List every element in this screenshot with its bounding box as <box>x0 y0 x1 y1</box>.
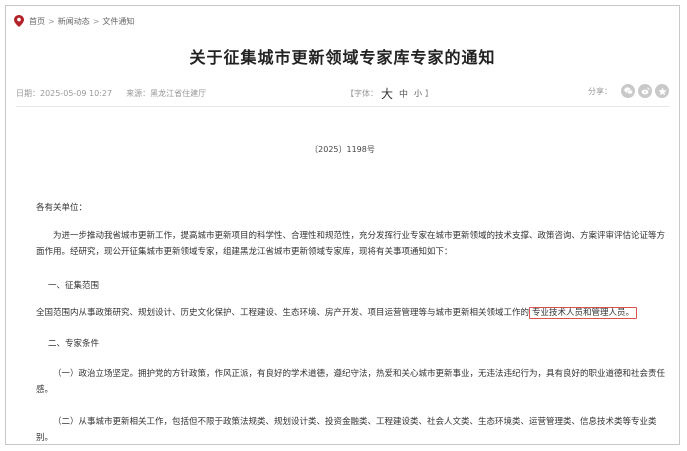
article-meta: 日期：2025-05-09 10:27 来源：黑龙江省住建厅 【 字体： 大 中 … <box>16 82 669 107</box>
condition-paragraph-2: （二）从事城市更新相关工作，包括但不限于政策法规类、规划设计类、投资金融类、工程… <box>36 417 657 443</box>
article-page: 首页 > 新闻动态 > 文件通知 关于征集城市更新领域专家库专家的通知 日期：2… <box>5 5 680 445</box>
addressee: 各有关单位： <box>36 203 88 213</box>
article-source: 来源：黑龙江省住建厅 <box>126 89 207 98</box>
bracket-close: 】 <box>425 89 434 98</box>
breadcrumb-home-link[interactable]: 首页 <box>29 16 45 27</box>
document-number: 〔2025〕1198号 <box>310 145 375 154</box>
share-bar: 分享： <box>588 84 669 98</box>
font-medium-button[interactable]: 中 <box>399 87 408 100</box>
breadcrumb-separator: > <box>48 16 55 26</box>
breadcrumb-separator: > <box>92 16 100 26</box>
font-size-control: 【 字体： 大 中 小 】 <box>346 85 433 102</box>
qzone-icon[interactable] <box>655 84 669 98</box>
share-label: 分享： <box>588 86 612 96</box>
font-size-label: 字体： <box>354 89 378 98</box>
breadcrumb: 首页 > 新闻动态 > 文件通知 <box>14 14 134 28</box>
breadcrumb-notice-link[interactable]: 文件通知 <box>102 16 134 27</box>
weibo-icon[interactable] <box>638 84 652 98</box>
breadcrumb-news-link[interactable]: 新闻动态 <box>58 16 90 27</box>
wechat-icon[interactable] <box>621 84 635 98</box>
scope-paragraph: 全国范围内从事政策研究、规划设计、历史文化保护、工程建设、生态环境、房产开发、项… <box>36 305 666 321</box>
intro-paragraph: 为进一步推动我省城市更新工作，提高城市更新项目的科学性、合理性和规范性，充分发挥… <box>36 231 666 257</box>
condition-paragraph-1: （一）政治立场坚定。拥护党的方针政策，作风正派，有良好的学术道德，遵纪守法，热爱… <box>36 369 666 395</box>
meta-info: 日期：2025-05-09 10:27 来源：黑龙江省住建厅 <box>16 88 206 99</box>
page-title: 关于征集城市更新领域专家库专家的通知 <box>189 48 496 67</box>
section-heading-scope: 一、征集范围 <box>48 281 100 291</box>
bracket-open: 【 <box>346 89 354 98</box>
font-large-button[interactable]: 大 <box>381 85 393 102</box>
highlighted-phrase: 专业技术人员和管理人员。 <box>529 307 638 319</box>
publish-date: 日期：2025-05-09 10:27 <box>16 89 113 98</box>
location-pin-icon <box>14 15 24 27</box>
section-heading-conditions: 二、专家条件 <box>48 339 100 349</box>
font-small-button[interactable]: 小 <box>414 88 422 99</box>
scope-text: 全国范围内从事政策研究、规划设计、历史文化保护、工程建设、生态环境、房产开发、项… <box>36 308 530 318</box>
